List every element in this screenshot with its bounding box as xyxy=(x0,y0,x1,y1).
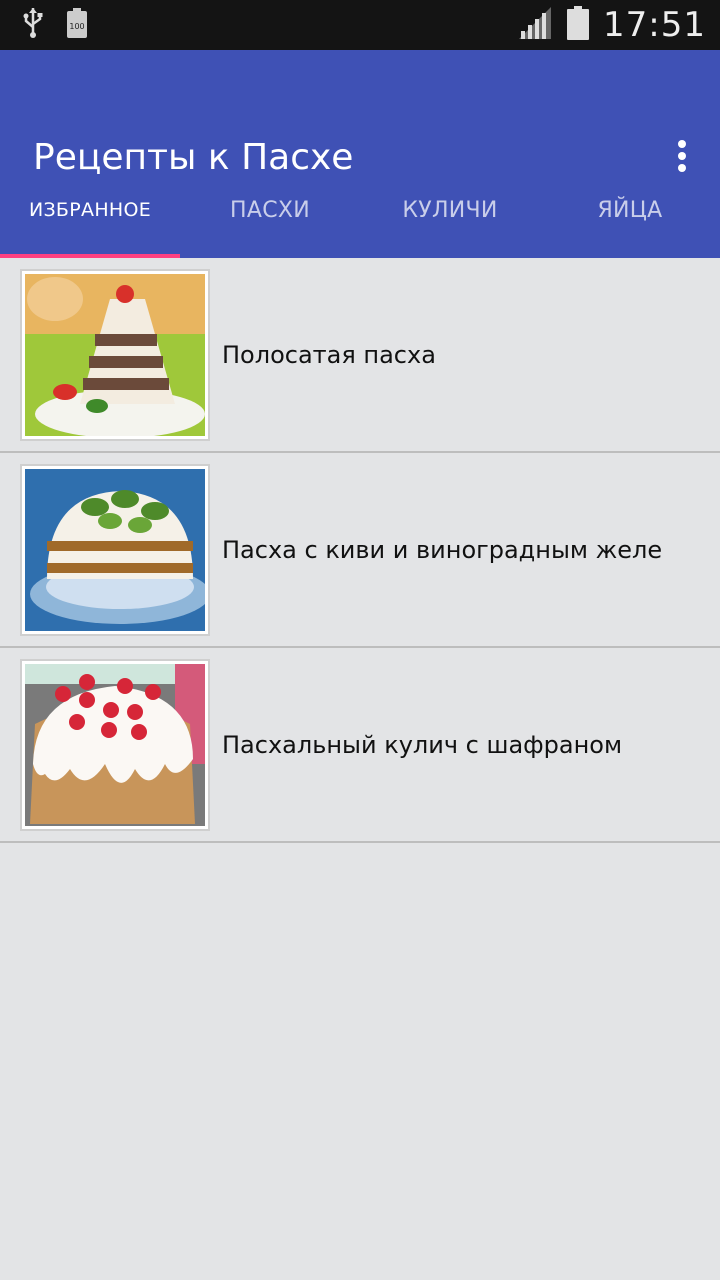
app-bar: Рецепты к Пасхе ИЗБРАННОЕ ПАСХИ КУЛИЧИ Я… xyxy=(0,50,720,258)
tab-kulichi-label: КУЛИЧИ xyxy=(402,197,498,223)
recipe-list-item[interactable]: Пасха с киви и виноградным желе xyxy=(0,453,720,648)
signal-icon xyxy=(519,7,553,43)
tab-eggs-label: ЯЙЦА xyxy=(597,197,663,223)
recipe-title: Пасхальный кулич с шафраном xyxy=(222,730,623,759)
tab-kulichi[interactable]: КУЛИЧИ xyxy=(360,186,540,258)
tab-paskhi-label: ПАСХИ xyxy=(230,197,310,223)
tab-paskhi[interactable]: ПАСХИ xyxy=(180,186,360,258)
tab-bar: ИЗБРАННОЕ ПАСХИ КУЛИЧИ ЯЙЦА xyxy=(0,186,720,258)
app-title: Рецепты к Пасхе xyxy=(33,137,354,178)
battery-saver-text: 100 xyxy=(69,22,84,31)
recipe-thumbnail xyxy=(20,268,210,441)
recipe-list-item[interactable]: Пасхальный кулич с шафраном xyxy=(0,648,720,843)
recipe-list: Полосатая пасха Пасха с киви и виноградн… xyxy=(0,258,720,843)
clock: 17:51 xyxy=(603,5,706,45)
battery-saver-icon: 100 xyxy=(66,8,88,42)
recipe-list-item[interactable]: Полосатая пасха xyxy=(0,258,720,453)
recipe-title: Пасха с киви и виноградным желе xyxy=(222,535,663,564)
battery-icon xyxy=(567,6,590,44)
status-bar: 100 17:51 xyxy=(0,0,720,50)
usb-icon xyxy=(22,7,44,43)
recipe-thumbnail xyxy=(20,463,210,636)
tab-favorites-label: ИЗБРАННОЕ xyxy=(28,199,152,221)
recipe-thumbnail xyxy=(20,658,210,831)
recipe-title: Полосатая пасха xyxy=(222,340,436,369)
tab-favorites[interactable]: ИЗБРАННОЕ xyxy=(0,186,180,258)
tab-eggs[interactable]: ЯЙЦА xyxy=(540,186,720,258)
more-vert-icon[interactable] xyxy=(670,134,694,178)
